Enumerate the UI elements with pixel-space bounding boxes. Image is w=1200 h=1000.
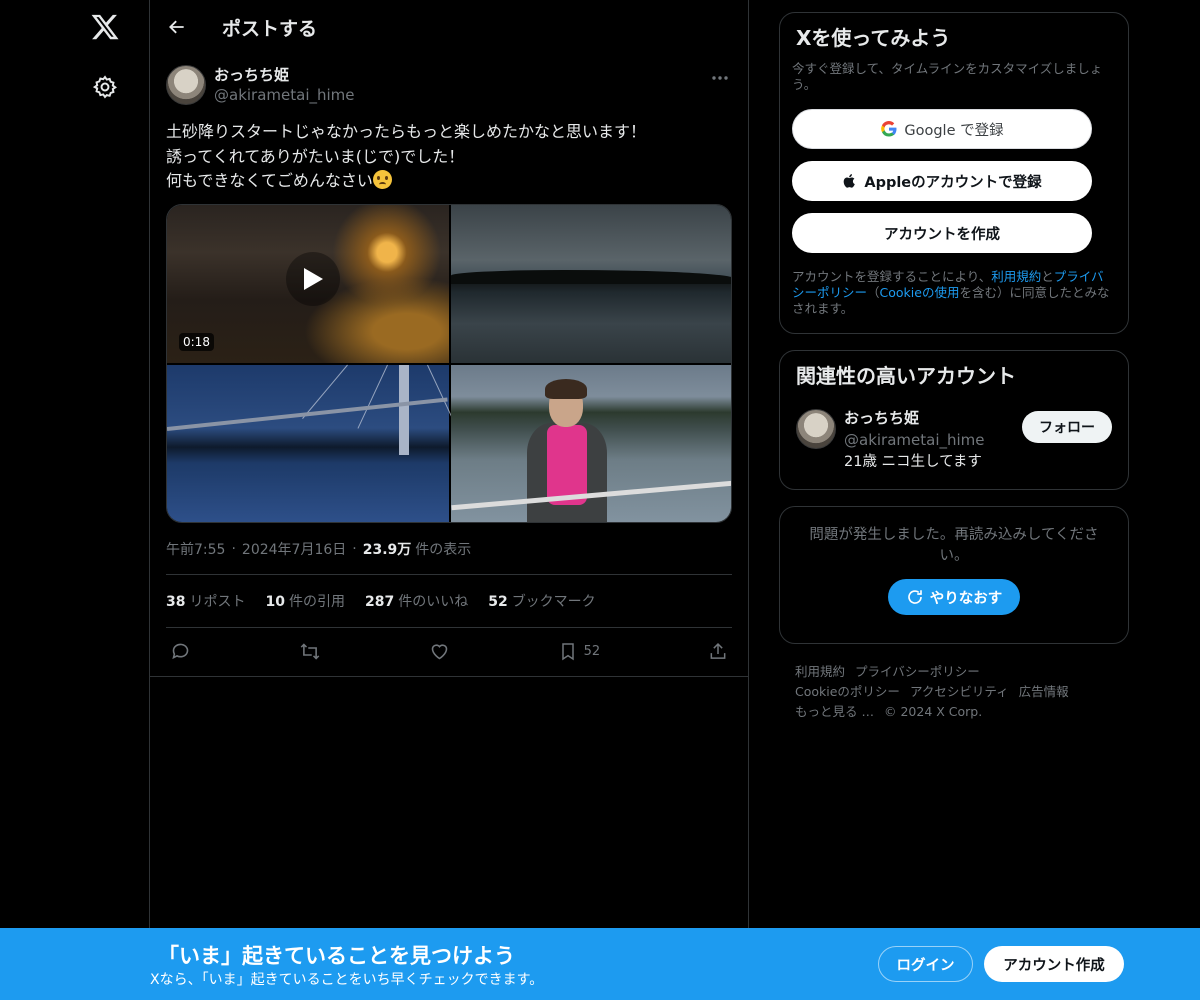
- bookmark-icon: [561, 643, 574, 661]
- post-text-line: 何もできなくてごめんなさい: [166, 171, 373, 190]
- bridge-cable: [357, 364, 388, 429]
- post-time[interactable]: 午前7:55: [166, 539, 225, 559]
- bookmark-button[interactable]: 52: [558, 637, 601, 667]
- like-button[interactable]: [429, 637, 450, 667]
- cookie-link[interactable]: Cookieの使用: [880, 285, 960, 300]
- pleading-face-emoji-icon: [372, 170, 392, 189]
- error-card: 問題が発生しました。再読み込みしてください。 やりなおす: [779, 506, 1129, 644]
- signup-title: Xを使ってみよう: [796, 26, 951, 50]
- google-signup-button[interactable]: Google で登録: [792, 109, 1092, 149]
- photo-bridge[interactable]: [167, 364, 458, 522]
- repost-icon: [300, 643, 320, 660]
- related-account-row[interactable]: おっちち姫 @akirametai_hime 21歳 ニコ生してます フォロー: [796, 407, 1112, 473]
- avatar[interactable]: [796, 409, 836, 449]
- related-title: 関連性の高いアカウント: [796, 364, 1016, 388]
- settings-gear-icon[interactable]: [92, 74, 118, 100]
- related-name[interactable]: おっちち姫: [844, 407, 985, 429]
- author-row: おっちち姫 @akirametai_hime: [166, 64, 732, 106]
- related-bio: 21歳 ニコ生してます: [844, 454, 982, 470]
- post-stats: 38 リポスト 10 件の引用 287 件のいいね 52 ブックマーク: [166, 575, 732, 627]
- post-text: 土砂降りスタートじゃなかったらもっと楽しめたかなと思います！ 誘ってくれてありがた…: [166, 120, 732, 194]
- create-account-button[interactable]: アカウントを作成: [792, 213, 1092, 253]
- video-thumbnail[interactable]: 0:18: [167, 204, 449, 363]
- x-logo-icon[interactable]: [90, 12, 120, 42]
- refresh-icon: [907, 590, 922, 604]
- error-message: 問題が発生しました。再読み込みしてください。: [809, 527, 1099, 564]
- main-column: ポストする おっちち姫 @akirametai_hime 土砂降りスタートじゃな…: [149, 0, 749, 1000]
- left-nav: [0, 0, 150, 1000]
- reply-button[interactable]: [170, 637, 191, 667]
- apple-signup-label: Appleのアカウントで登録: [864, 174, 1042, 191]
- bookmark-count: 52: [583, 644, 601, 659]
- signup-card: Xを使ってみよう 今すぐ登録して、タイムラインをカスタマイズしましょう。 Goo…: [779, 12, 1129, 334]
- top-bar: ポストする: [150, 0, 748, 54]
- heart-icon: [431, 644, 448, 660]
- back-arrow-icon[interactable]: [164, 14, 190, 40]
- terms-link[interactable]: 利用規約: [991, 269, 1041, 284]
- retry-button[interactable]: やりなおす: [887, 579, 1021, 615]
- life-vest: [547, 424, 587, 505]
- author-name[interactable]: おっちち姫: [214, 65, 355, 85]
- bridge-tower: [399, 364, 409, 455]
- post-meta: 午前7:55 · 2024年7月16日 · 23.9万 件の表示: [166, 539, 472, 559]
- banner-create-account-button[interactable]: アカウント作成: [984, 946, 1124, 982]
- banner-subtitle: Xなら、「いま」起きていることをいち早くチェックできます。: [150, 972, 544, 988]
- author-handle[interactable]: @akirametai_hime: [214, 85, 355, 105]
- footer-more-link[interactable]: もっと見る …: [795, 704, 874, 719]
- footer-ads-link[interactable]: 広告情報: [1019, 684, 1069, 699]
- banner-title: 「いま」起きていることを見つけよう: [158, 944, 515, 968]
- treeline-shape: [451, 269, 731, 284]
- likes-stat[interactable]: 287 件のいいね: [365, 591, 468, 611]
- play-icon[interactable]: [286, 251, 340, 306]
- post-date[interactable]: 2024年7月16日: [242, 539, 346, 559]
- post-text-line: 土砂降りスタートじゃなかったらもっと楽しめたかなと思います！: [166, 122, 647, 141]
- footer-copyright: © 2024 X Corp.: [883, 704, 983, 719]
- footer-accessibility-link[interactable]: アクセシビリティ: [910, 684, 1009, 699]
- person-hair: [545, 378, 587, 399]
- footer-privacy-link[interactable]: プライバシーポリシー: [855, 664, 980, 679]
- photo-river-dusk[interactable]: [451, 204, 731, 363]
- login-button[interactable]: ログイン: [878, 946, 973, 982]
- page-title: ポストする: [222, 18, 318, 40]
- post: おっちち姫 @akirametai_hime 土砂降りスタートじゃなかったらもっ…: [150, 54, 748, 677]
- footer-cookie-link[interactable]: Cookieのポリシー: [795, 684, 900, 699]
- action-bar: 52: [166, 628, 732, 676]
- google-signup-label: Google で登録: [904, 122, 1004, 139]
- views-count: 23.9万: [362, 541, 412, 558]
- share-button[interactable]: [708, 637, 728, 667]
- apple-icon: [844, 174, 856, 188]
- quotes-stat[interactable]: 10 件の引用: [265, 591, 344, 611]
- bookmarks-stat[interactable]: 52 ブックマーク: [488, 591, 595, 611]
- repost-button[interactable]: [299, 637, 321, 667]
- related-handle[interactable]: @akirametai_hime: [844, 429, 985, 451]
- photo-kayak-person[interactable]: [451, 364, 731, 522]
- reposts-stat[interactable]: 38 リポスト: [166, 591, 245, 611]
- views-label: 件の表示: [415, 541, 472, 558]
- related-accounts-card: 関連性の高いアカウント おっちち姫 @akirametai_hime 21歳 ニ…: [779, 350, 1129, 490]
- signup-legal: アカウントを登録することにより、利用規約とプライバシーポリシー（Cookieの使…: [792, 269, 1110, 316]
- post-text-line: 誘ってくれてありがたいま(じで)でした！: [166, 146, 465, 166]
- divider: [150, 675, 748, 677]
- video-duration: 0:18: [179, 332, 214, 351]
- follow-button[interactable]: フォロー: [1022, 411, 1112, 443]
- media-grid: 0:18: [166, 203, 732, 523]
- google-icon: [881, 121, 897, 137]
- apple-signup-button[interactable]: Appleのアカウントで登録: [792, 161, 1092, 201]
- share-icon: [710, 642, 726, 659]
- reply-icon: [172, 643, 189, 660]
- avatar[interactable]: [166, 65, 206, 105]
- signup-subtitle: 今すぐ登録して、タイムラインをカスタマイズしましょう。: [792, 61, 1103, 92]
- more-options-icon[interactable]: [710, 70, 730, 86]
- right-sidebar: Xを使ってみよう 今すぐ登録して、タイムラインをカスタマイズしましょう。 Goo…: [779, 12, 1129, 722]
- footer: 利用規約 プライバシーポリシー Cookieのポリシー アクセシビリティ 広告情報 も…: [779, 662, 1129, 722]
- footer-terms-link[interactable]: 利用規約: [795, 664, 845, 679]
